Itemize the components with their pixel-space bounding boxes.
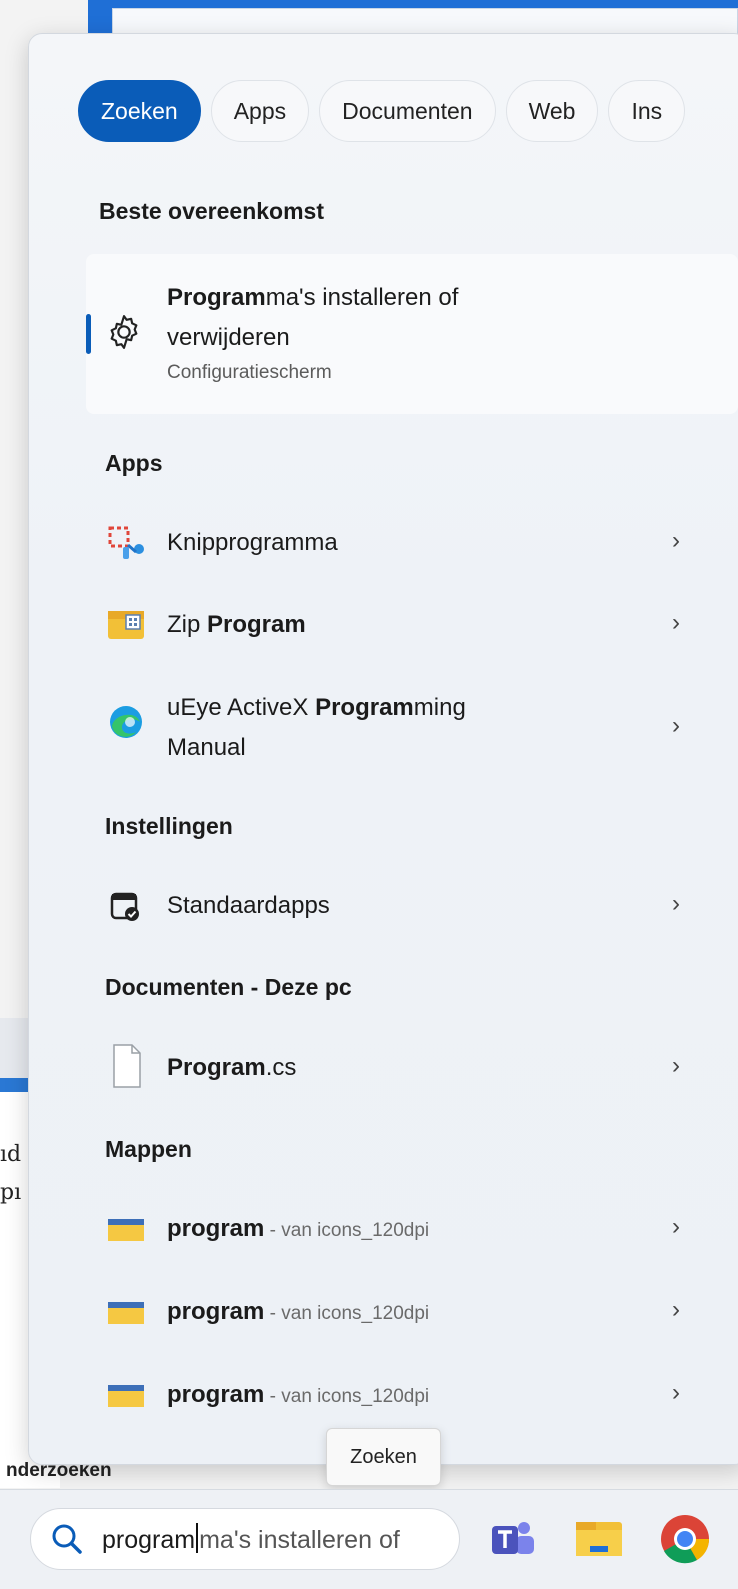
- app-result-ueye-manual[interactable]: uEye ActiveX Programming Manual ›: [86, 682, 726, 772]
- file-explorer-icon[interactable]: [572, 1512, 626, 1566]
- chevron-right-icon[interactable]: ›: [672, 1379, 680, 1407]
- folder-icon: [108, 1302, 144, 1324]
- folder-result[interactable]: program - van icons_120dpi ›: [86, 1277, 726, 1347]
- chevron-right-icon[interactable]: ›: [672, 609, 680, 637]
- chrome-icon[interactable]: [658, 1512, 712, 1566]
- filter-tab-apps[interactable]: Apps: [210, 80, 310, 142]
- section-heading-folders: Mappen: [105, 1136, 192, 1162]
- chevron-right-icon[interactable]: ›: [672, 1296, 680, 1324]
- document-result-program-cs[interactable]: Program.cs ›: [86, 1033, 726, 1103]
- section-heading-apps: Apps: [105, 450, 163, 476]
- search-filter-bar: Zoeken Apps Documenten Web Ins: [78, 80, 686, 144]
- chevron-right-icon[interactable]: ›: [672, 1052, 680, 1080]
- section-heading-best-match: Beste overeenkomst: [99, 198, 324, 224]
- app-label: uEye ActiveX Programming Manual: [167, 694, 466, 761]
- text-caret: [196, 1523, 199, 1553]
- gear-icon: [110, 315, 138, 349]
- chevron-right-icon[interactable]: ›: [672, 1213, 680, 1241]
- background-text: pı: [0, 1180, 22, 1205]
- filter-tab-zoeken[interactable]: Zoeken: [78, 80, 201, 142]
- folder-icon: [108, 1385, 144, 1407]
- app-label: Zip Program: [167, 611, 306, 638]
- zip-program-icon: [108, 611, 144, 639]
- background-text: ıd: [0, 1142, 22, 1167]
- search-input[interactable]: program ma's installeren of: [102, 1523, 400, 1555]
- settings-label: Standaardapps: [167, 892, 330, 919]
- file-icon: [113, 1044, 141, 1088]
- filter-tab-web[interactable]: Web: [505, 80, 599, 142]
- background-left-accent: [0, 1078, 30, 1092]
- best-match-subtitle: Configuratiescherm: [167, 362, 332, 383]
- folder-icon: [108, 1219, 144, 1241]
- app-result-knipprogramma[interactable]: Knipprogramma ›: [86, 508, 726, 578]
- app-label: Knipprogramma: [167, 529, 338, 556]
- app-result-zip-program[interactable]: Zip Program ›: [86, 590, 726, 660]
- default-apps-icon: [110, 892, 139, 921]
- filter-tab-instellingen[interactable]: Ins: [608, 80, 686, 142]
- teams-icon[interactable]: [486, 1512, 540, 1566]
- folder-label: program - van icons_120dpi: [167, 1298, 430, 1325]
- settings-result-standaardapps[interactable]: Standaardapps ›: [86, 871, 726, 941]
- folder-result[interactable]: program - van icons_120dpi ›: [86, 1360, 726, 1430]
- section-heading-documents: Documenten - Deze pc: [105, 974, 352, 1000]
- chevron-right-icon[interactable]: ›: [672, 527, 680, 555]
- filter-tab-documenten[interactable]: Documenten: [319, 80, 496, 142]
- folder-result[interactable]: program - van icons_120dpi ›: [86, 1194, 726, 1264]
- search-icon: [52, 1524, 82, 1554]
- selection-indicator: [86, 314, 91, 354]
- folder-label: program - van icons_120dpi: [167, 1381, 430, 1408]
- document-label: Program.cs: [167, 1054, 297, 1081]
- chevron-right-icon[interactable]: ›: [672, 712, 680, 740]
- best-match-title: Programma's installeren of verwijderen: [167, 284, 459, 351]
- chevron-right-icon[interactable]: ›: [672, 890, 680, 918]
- folder-label: program - van icons_120dpi: [167, 1215, 430, 1242]
- search-tooltip: Zoeken: [326, 1428, 441, 1486]
- section-heading-settings: Instellingen: [105, 813, 233, 839]
- snipping-tool-icon: [108, 526, 144, 559]
- edge-icon: [110, 706, 142, 738]
